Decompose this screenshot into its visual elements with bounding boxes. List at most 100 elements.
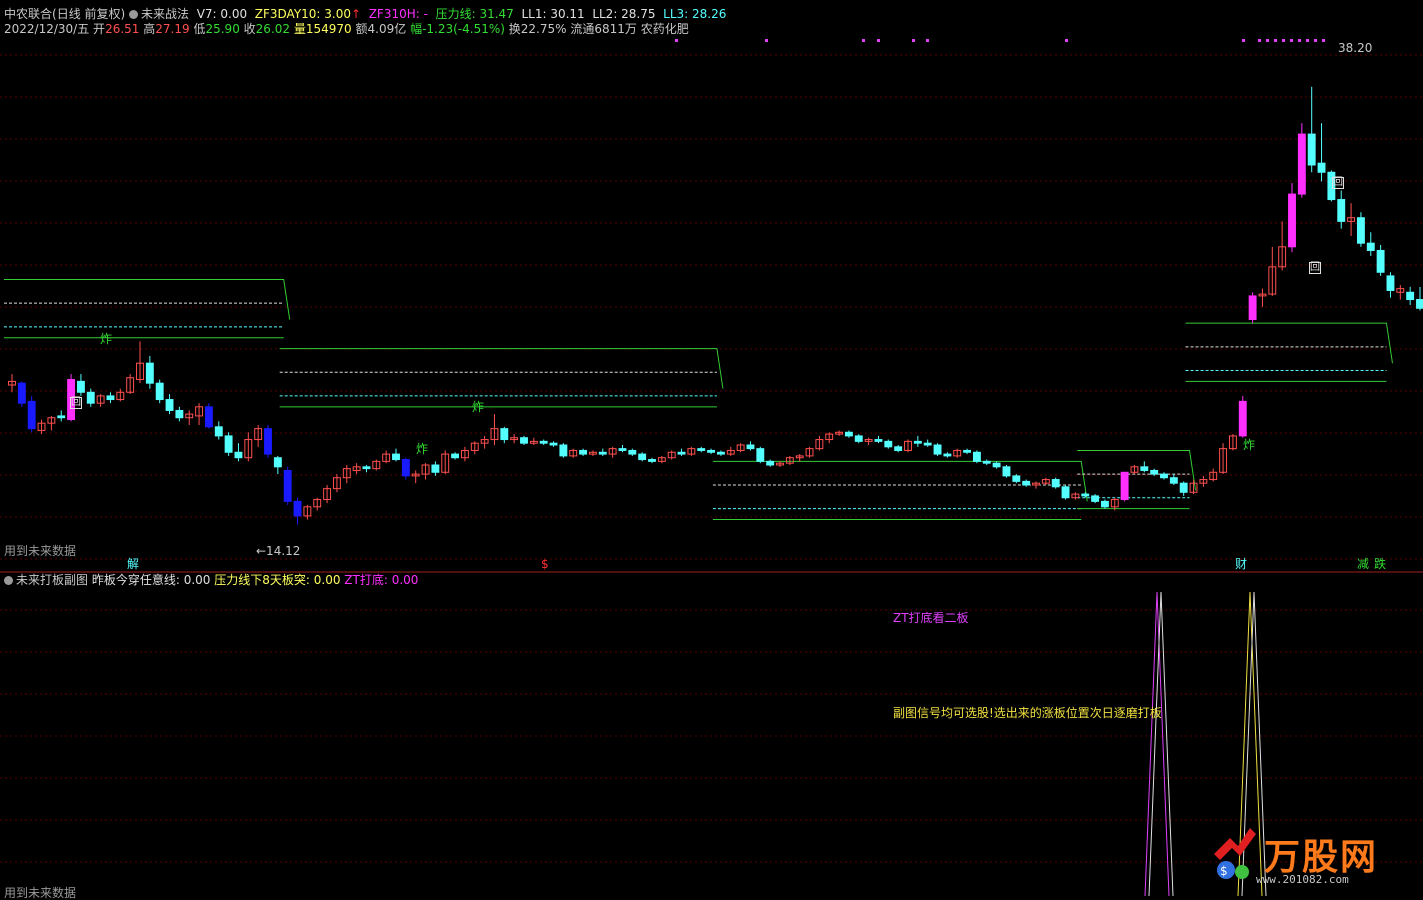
sub-future-data-note: 用到未来数据	[4, 886, 77, 900]
zf310h-value: ZF310H: -	[368, 7, 428, 21]
signal-die: 跌	[1374, 557, 1387, 571]
open-label: 开	[93, 22, 106, 36]
candle-body	[76, 380, 85, 393]
candle-body	[963, 449, 972, 453]
sub-line1-value: 昨板今穿任意线: 0.00	[91, 573, 211, 587]
candle-body	[677, 451, 686, 455]
signal-dot	[1266, 39, 1269, 42]
min-price-label: ←14.12	[256, 544, 301, 558]
candle-body	[500, 428, 509, 441]
signal-cai: 财	[1235, 557, 1248, 571]
pressure-line	[1185, 322, 1393, 364]
candle-body	[214, 426, 223, 437]
candle-body	[17, 382, 26, 404]
sub-note-zt: ZT打底看二板	[893, 611, 969, 625]
signal-dollar: $	[541, 557, 549, 571]
indicator-name[interactable]: 未来战法	[141, 7, 189, 21]
candle-body	[224, 435, 233, 453]
signal-dot	[1065, 39, 1068, 42]
open-value: 26.51	[105, 22, 140, 36]
pressure-line-value: 压力线: 31.47	[435, 7, 514, 21]
low-value: 25.90	[205, 22, 240, 36]
candle-body	[628, 449, 637, 455]
signal-dot	[765, 39, 768, 42]
sub-line2-value: 压力线下8天板突: 0.00	[214, 573, 341, 587]
candle-body	[27, 400, 36, 430]
turnover-value: 换22.75%	[508, 22, 567, 36]
candle-body	[1120, 471, 1129, 501]
arrow-up-icon: ↑	[351, 7, 362, 21]
ll2-value: LL2: 28.75	[592, 7, 656, 21]
sub-note-signals: 副图信号均可选股!选出来的涨板位置次日逐磨打板	[893, 706, 1162, 720]
candle-body	[1366, 242, 1375, 251]
candle-body	[283, 469, 292, 502]
candle-body	[1307, 133, 1316, 166]
candle-body	[1238, 400, 1247, 437]
candle-body	[982, 460, 991, 464]
zha-label: 炸	[472, 400, 485, 414]
candle-body	[1248, 295, 1257, 321]
pressure-line	[712, 460, 1088, 502]
candle-body	[1081, 493, 1090, 497]
header-bar: 中农联合(日线 前复权) 未来战法 V7: 0.00 ZF3DAY10: 3.0…	[4, 7, 726, 21]
candle-body	[559, 444, 568, 457]
candle-body	[431, 464, 440, 473]
candle-body	[766, 460, 775, 466]
candle-body	[273, 457, 282, 468]
signal-jie: 解	[127, 557, 140, 571]
candle-body	[1150, 469, 1159, 475]
hui-label: 回	[1332, 177, 1344, 189]
candle-body	[155, 382, 164, 401]
candle-body	[264, 428, 272, 455]
high-label: 高	[143, 22, 156, 36]
candle-body	[933, 444, 942, 455]
indicator-toggle-icon[interactable]	[129, 10, 139, 19]
zt-signal-spike	[1144, 591, 1170, 896]
candle-body	[697, 448, 706, 451]
watermark: $ 万股网 www.201082.com	[1208, 818, 1408, 890]
candle-body	[894, 446, 903, 451]
candle-body	[1356, 217, 1365, 244]
candle-body	[1386, 275, 1395, 291]
signal-dot	[1298, 39, 1301, 42]
pressure-line	[279, 348, 724, 389]
sub-header-bar: 未来打板副图 昨板今穿任意线: 0.00 压力线下8天板突: 0.00 ZT打底…	[4, 573, 418, 587]
zha-label: 炸	[416, 442, 429, 456]
pressure-line	[4, 279, 291, 320]
candle-body	[1179, 482, 1188, 493]
ll3-value: LL3: 28.26	[663, 7, 727, 21]
candle-body	[923, 442, 932, 446]
sector-value[interactable]: 农药化肥	[641, 22, 689, 36]
candle-body	[707, 449, 716, 453]
sub-indicator-name[interactable]: 未来打板副图	[16, 573, 88, 587]
zt-signal-spike	[1148, 591, 1174, 896]
candle-body	[1160, 473, 1168, 479]
candle-body	[1376, 249, 1385, 273]
signal-dot	[1274, 39, 1277, 42]
low-label: 低	[193, 22, 206, 36]
candle-body	[972, 451, 981, 462]
candle-body	[1002, 466, 1011, 477]
period-label[interactable]: (日线 前复权)	[52, 7, 125, 21]
candle-body	[648, 459, 656, 462]
candle-body	[1337, 199, 1346, 222]
zha-label: 炸	[1243, 438, 1256, 452]
candle-body	[844, 431, 853, 437]
signal-dot	[1290, 39, 1293, 42]
sub-indicator-toggle-icon[interactable]	[4, 576, 13, 585]
sub-line3-value: ZT打底: 0.00	[344, 573, 419, 587]
price-chart[interactable]	[0, 0, 1423, 896]
candle-body	[579, 449, 588, 455]
candle-body	[392, 453, 400, 461]
candle-body	[854, 435, 863, 442]
candle-body	[913, 440, 922, 444]
candle-body	[362, 466, 371, 470]
signal-dot	[675, 39, 678, 42]
stock-name[interactable]: 中农联合	[4, 7, 52, 21]
signal-dot	[1258, 39, 1261, 42]
candle-body	[165, 399, 174, 411]
candle-body	[1288, 193, 1296, 248]
candle-body	[234, 451, 243, 459]
ll1-value: LL1: 30.11	[521, 7, 585, 21]
float-value: 流通6811万	[570, 22, 637, 36]
